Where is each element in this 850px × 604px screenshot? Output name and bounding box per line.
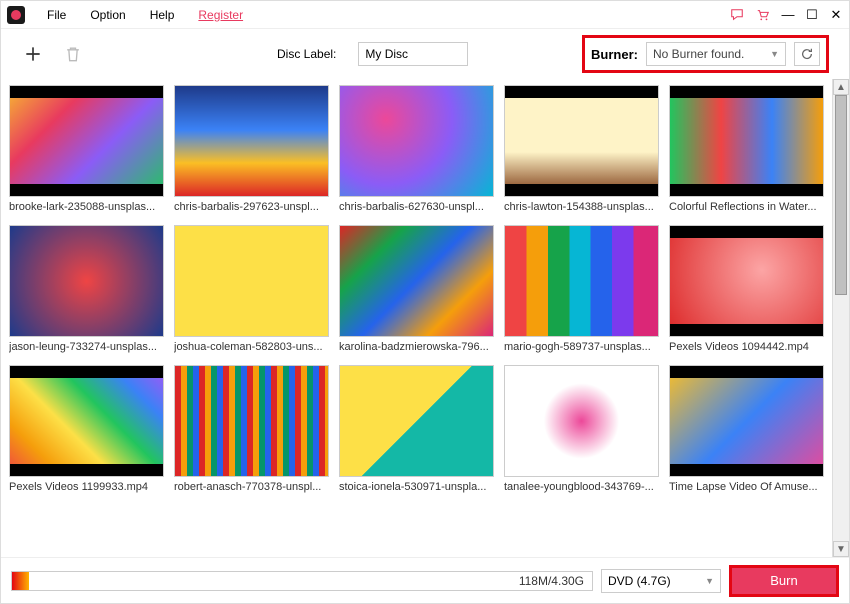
file-name-label: tanalee-youngblood-343769-... [504, 481, 659, 495]
toolbar: Disc Label: Burner: No Burner found. ▼ [1, 29, 849, 79]
burner-section: Burner: No Burner found. ▼ [582, 35, 829, 73]
file-thumbnail[interactable] [9, 365, 164, 477]
cart-icon[interactable] [755, 7, 771, 23]
delete-button[interactable] [61, 42, 85, 66]
burn-button[interactable]: Burn [729, 565, 839, 597]
file-thumbnail[interactable] [339, 365, 494, 477]
disc-type-value: DVD (4.7G) [608, 574, 671, 588]
file-thumbnail[interactable] [174, 225, 329, 337]
file-tile[interactable]: brooke-lark-235088-unsplas... [9, 85, 164, 215]
file-tile[interactable]: chris-barbalis-627630-unspl... [339, 85, 494, 215]
file-name-label: Pexels Videos 1199933.mp4 [9, 481, 164, 495]
menubar: File Option Help Register — ☐ ✕ [1, 1, 849, 29]
app-logo-icon [7, 6, 25, 24]
file-tile[interactable]: robert-anasch-770378-unspl... [174, 365, 329, 495]
scroll-up-button[interactable]: ▲ [833, 79, 849, 95]
burner-select[interactable]: No Burner found. ▼ [646, 42, 786, 66]
close-button[interactable]: ✕ [829, 7, 843, 23]
file-tile[interactable]: joshua-coleman-582803-uns... [174, 225, 329, 355]
file-grid: brooke-lark-235088-unsplas... chris-barba… [1, 79, 832, 557]
file-thumbnail[interactable] [669, 225, 824, 337]
file-name-label: chris-barbalis-627630-unspl... [339, 201, 494, 215]
gallery-area: brooke-lark-235088-unsplas... chris-barba… [1, 79, 849, 557]
file-tile[interactable]: Pexels Videos 1094442.mp4 [669, 225, 824, 355]
file-tile[interactable]: Colorful Reflections in Water... [669, 85, 824, 215]
scroll-down-button[interactable]: ▼ [833, 541, 849, 557]
menu-file[interactable]: File [35, 4, 78, 26]
file-name-label: joshua-coleman-582803-uns... [174, 341, 329, 355]
file-thumbnail[interactable] [669, 365, 824, 477]
disc-label-input[interactable] [358, 42, 468, 66]
file-thumbnail[interactable] [174, 365, 329, 477]
file-name-label: stoica-ionela-530971-unspla... [339, 481, 494, 495]
file-name-label: karolina-badzmierowska-796... [339, 341, 494, 355]
file-name-label: Colorful Reflections in Water... [669, 201, 824, 215]
file-name-label: jason-leung-733274-unsplas... [9, 341, 164, 355]
file-tile[interactable]: chris-lawton-154388-unsplas... [504, 85, 659, 215]
menu-register[interactable]: Register [186, 4, 255, 26]
file-thumbnail[interactable] [504, 85, 659, 197]
menu-option[interactable]: Option [78, 4, 137, 26]
refresh-burner-button[interactable] [794, 42, 820, 66]
file-tile[interactable]: chris-barbalis-297623-unspl... [174, 85, 329, 215]
capacity-fill [12, 572, 29, 590]
maximize-button[interactable]: ☐ [805, 7, 819, 23]
disc-type-select[interactable]: DVD (4.7G) ▼ [601, 569, 721, 593]
file-thumbnail[interactable] [339, 85, 494, 197]
file-name-label: mario-gogh-589737-unsplas... [504, 341, 659, 355]
chevron-down-icon: ▼ [705, 576, 714, 586]
window-controls: — ☐ ✕ [729, 7, 843, 23]
file-tile[interactable]: Pexels Videos 1199933.mp4 [9, 365, 164, 495]
file-thumbnail[interactable] [174, 85, 329, 197]
scroll-thumb[interactable] [835, 95, 847, 295]
burner-value: No Burner found. [653, 47, 744, 61]
file-name-label: brooke-lark-235088-unsplas... [9, 201, 164, 215]
vertical-scrollbar[interactable]: ▲ ▼ [832, 79, 849, 557]
minimize-button[interactable]: — [781, 7, 795, 22]
feedback-icon[interactable] [729, 7, 745, 23]
file-name-label: Pexels Videos 1094442.mp4 [669, 341, 824, 355]
bottom-bar: 118M/4.30G DVD (4.7G) ▼ Burn [1, 557, 849, 603]
file-tile[interactable]: tanalee-youngblood-343769-... [504, 365, 659, 495]
menu-help[interactable]: Help [138, 4, 187, 26]
file-thumbnail[interactable] [339, 225, 494, 337]
file-tile[interactable]: stoica-ionela-530971-unspla... [339, 365, 494, 495]
chevron-down-icon: ▼ [770, 49, 779, 59]
burner-label: Burner: [591, 47, 638, 62]
file-name-label: chris-barbalis-297623-unspl... [174, 201, 329, 215]
capacity-bar: 118M/4.30G [11, 571, 593, 591]
file-thumbnail[interactable] [669, 85, 824, 197]
disc-label-text: Disc Label: [277, 47, 336, 61]
file-name-label: chris-lawton-154388-unsplas... [504, 201, 659, 215]
add-button[interactable] [21, 42, 45, 66]
file-name-label: robert-anasch-770378-unspl... [174, 481, 329, 495]
file-tile[interactable]: mario-gogh-589737-unsplas... [504, 225, 659, 355]
file-name-label: Time Lapse Video Of Amuse... [669, 481, 824, 495]
file-tile[interactable]: Time Lapse Video Of Amuse... [669, 365, 824, 495]
file-thumbnail[interactable] [9, 85, 164, 197]
file-thumbnail[interactable] [504, 365, 659, 477]
file-tile[interactable]: karolina-badzmierowska-796... [339, 225, 494, 355]
file-thumbnail[interactable] [9, 225, 164, 337]
file-thumbnail[interactable] [504, 225, 659, 337]
file-tile[interactable]: jason-leung-733274-unsplas... [9, 225, 164, 355]
capacity-text: 118M/4.30G [519, 574, 584, 588]
